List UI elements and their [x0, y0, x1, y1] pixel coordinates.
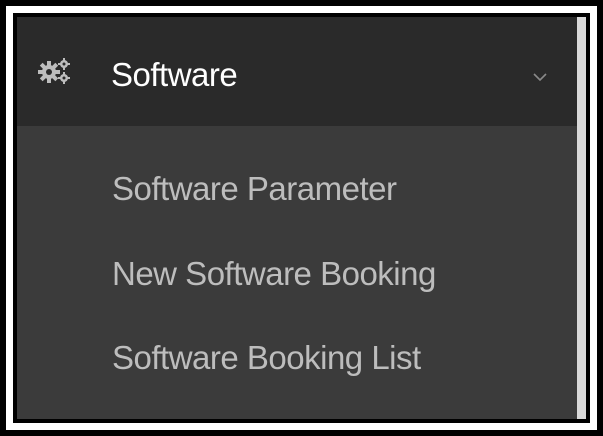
gears-icon	[38, 58, 70, 84]
submenu-item-software-parameter[interactable]: Software Parameter	[112, 169, 397, 209]
sidebar-menu-software: Software Software Parameter New Software…	[17, 17, 586, 419]
menu-header-software[interactable]: Software	[17, 17, 577, 126]
scrollbar[interactable]	[577, 17, 586, 419]
chevron-down-icon[interactable]	[533, 73, 547, 82]
submenu-item-new-software-booking[interactable]: New Software Booking	[112, 254, 436, 294]
menu-header-label: Software	[111, 56, 238, 93]
submenu-item-software-booking-list[interactable]: Software Booking List	[112, 338, 421, 378]
